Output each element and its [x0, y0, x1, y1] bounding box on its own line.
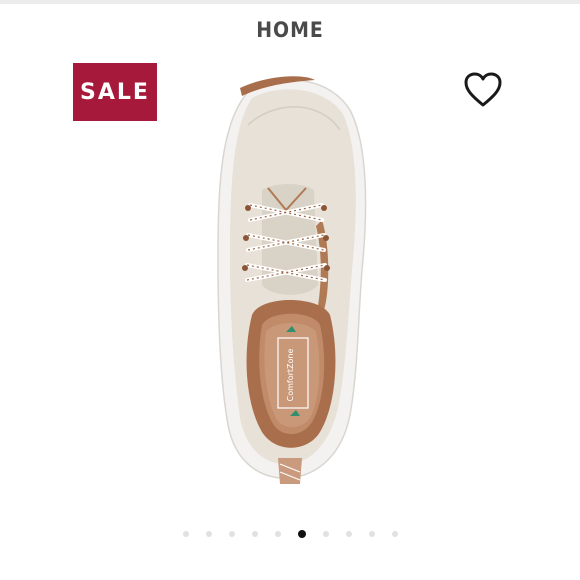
carousel-dot[interactable]	[345, 531, 352, 537]
page-title: HOME	[256, 18, 324, 42]
carousel-dot[interactable]	[391, 531, 398, 537]
carousel-dot[interactable]	[274, 531, 281, 537]
carousel-dot[interactable]	[368, 531, 375, 537]
favorite-button[interactable]	[462, 70, 504, 110]
insole-brand-text: ComfortZone	[286, 349, 295, 402]
carousel-dot[interactable]	[205, 531, 212, 537]
carousel-dot-active[interactable]	[297, 530, 306, 538]
carousel-dot[interactable]	[228, 531, 235, 537]
carousel-dot[interactable]	[251, 531, 258, 537]
carousel-dot[interactable]	[182, 531, 189, 537]
carousel-indicator	[0, 527, 580, 541]
product-image-shoe: ComfortZone	[217, 76, 367, 484]
sale-badge: SALE	[73, 63, 157, 121]
carousel-dot[interactable]	[322, 531, 329, 537]
top-divider	[0, 0, 580, 4]
heart-outline-icon	[464, 72, 502, 107]
